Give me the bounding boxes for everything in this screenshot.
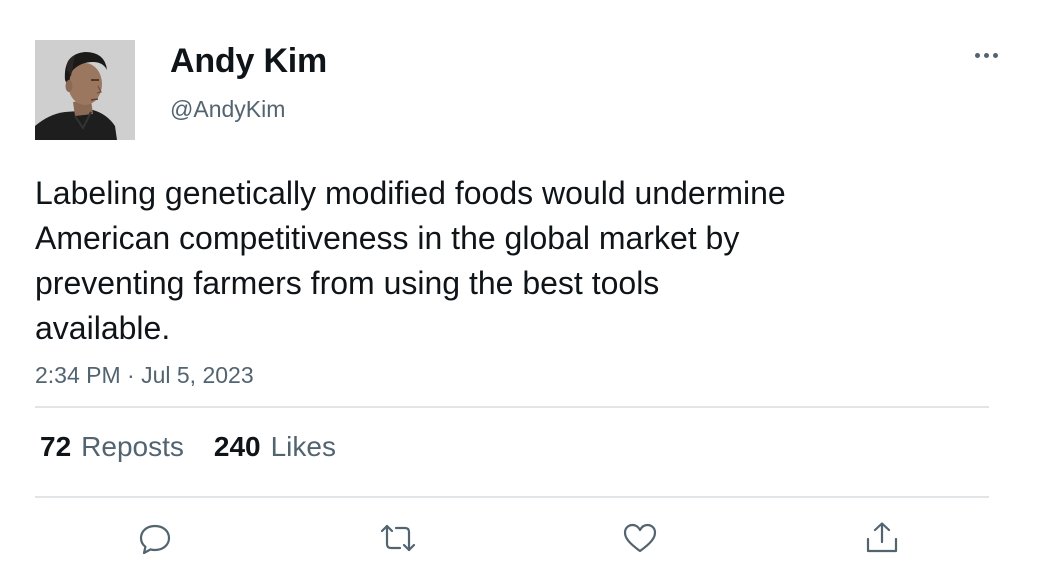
reposts-label: Reposts	[81, 431, 184, 462]
tweet-text-line: American competitiveness in the global m…	[35, 220, 740, 256]
tweet-text-line: Labeling genetically modified foods woul…	[35, 175, 786, 211]
tweet-text-line: preventing farmers from using the best t…	[35, 265, 660, 301]
engagement-stats: 72 Reposts 240 Likes	[40, 431, 336, 463]
like-icon[interactable]	[620, 518, 660, 558]
author-name[interactable]: Andy Kim	[170, 42, 327, 81]
more-options-icon[interactable]	[970, 40, 1006, 70]
likes-count: 240	[213, 431, 261, 462]
tweet-text-line: available.	[35, 310, 171, 346]
likes-label: Likes	[270, 431, 336, 462]
avatar-photo	[35, 40, 135, 140]
avatar[interactable]	[35, 40, 135, 140]
tweet-text: Labeling genetically modified foods woul…	[35, 171, 895, 351]
reposts-count: 72	[40, 431, 72, 462]
reposts-stat[interactable]: 72 Reposts	[40, 431, 184, 463]
repost-icon[interactable]	[378, 518, 418, 558]
divider	[35, 406, 989, 408]
likes-stat[interactable]: 240 Likes	[214, 431, 336, 463]
share-icon[interactable]	[862, 518, 902, 558]
reply-icon[interactable]	[135, 518, 175, 558]
tweet-card: Andy Kim @AndyKim Labeling genetically m…	[0, 0, 1050, 570]
author-handle[interactable]: @AndyKim	[170, 96, 285, 123]
divider	[35, 496, 989, 498]
tweet-timestamp[interactable]: 2:34 PM · Jul 5, 2023	[35, 362, 254, 389]
